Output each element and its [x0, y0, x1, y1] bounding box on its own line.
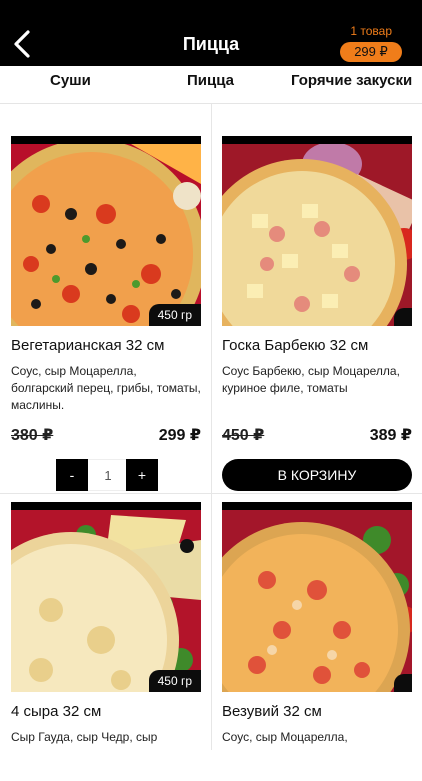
weight-badge — [394, 674, 412, 692]
product-description: Соус, сыр Моцарелла, — [222, 730, 348, 744]
old-price: 450 ₽ — [222, 427, 265, 444]
pizza-image — [222, 144, 412, 326]
tab-sushi[interactable]: Суши — [50, 72, 91, 89]
product-name[interactable]: 4 сыра 32 см — [11, 703, 201, 720]
product-card[interactable]: 450 гр Вегетарианская 32 см Соус, сыр Мо… — [11, 136, 201, 493]
category-tabs: Суши Пицца Горячие закуски — [0, 66, 422, 104]
product-description: Сыр Гауда, сыр Чедр, сыр — [11, 730, 158, 744]
product-card[interactable]: Госка Барбекю 32 см Соус Барбекю, сыр Мо… — [222, 136, 412, 491]
product-name[interactable]: Везувий 32 см — [222, 703, 412, 720]
tab-hot-snacks[interactable]: Горячие закуски — [291, 72, 412, 89]
weight-badge: 450 гр — [148, 304, 201, 326]
grid-divider — [0, 493, 422, 494]
current-price: 299 ₽ — [158, 427, 201, 444]
product-name[interactable]: Госка Барбекю 32 см — [222, 337, 412, 354]
tab-pizza[interactable]: Пицца — [187, 72, 234, 89]
product-description: Соус, сыр Моцарелла, болгарский перец, г… — [11, 364, 201, 412]
weight-badge — [394, 308, 412, 326]
pizza-image — [222, 510, 412, 692]
product-grid: 450 гр Вегетарианская 32 см Соус, сыр Мо… — [0, 104, 422, 750]
product-photo[interactable] — [222, 502, 412, 692]
pizza-image — [11, 510, 201, 692]
price-row: 380 ₽ 299 ₽ — [11, 425, 201, 449]
current-price: 389 ₽ — [369, 427, 412, 444]
product-photo[interactable]: 450 гр — [11, 136, 201, 326]
decrease-button[interactable]: - — [56, 459, 88, 491]
price-row: 450 ₽ 389 ₽ — [222, 425, 412, 449]
add-to-cart-button[interactable]: В КОРЗИНУ — [222, 459, 412, 491]
product-description: Соус Барбекю, сыр Моцарелла, куриное фил… — [222, 364, 400, 395]
quantity-stepper: - 1 + — [11, 459, 201, 493]
old-price: 380 ₽ — [11, 427, 54, 444]
grid-divider — [211, 104, 212, 750]
pizza-image — [11, 144, 201, 326]
product-photo[interactable]: 450 гр — [11, 502, 201, 692]
product-photo[interactable] — [222, 136, 412, 326]
cart-total-badge[interactable]: 299 ₽ — [340, 42, 402, 62]
product-name[interactable]: Вегетарианская 32 см — [11, 337, 201, 354]
weight-badge: 450 гр — [148, 670, 201, 692]
product-card[interactable]: 450 гр 4 сыра 32 см Сыр Гауда, сыр Чедр,… — [11, 502, 201, 781]
top-bar: Пицца 1 товар 299 ₽ — [0, 0, 422, 66]
cart-item-count[interactable]: 1 товар — [350, 24, 392, 38]
product-card[interactable]: Везувий 32 см Соус, сыр Моцарелла, — [222, 502, 412, 781]
increase-button[interactable]: + — [126, 459, 158, 491]
quantity-value[interactable]: 1 — [88, 459, 128, 491]
